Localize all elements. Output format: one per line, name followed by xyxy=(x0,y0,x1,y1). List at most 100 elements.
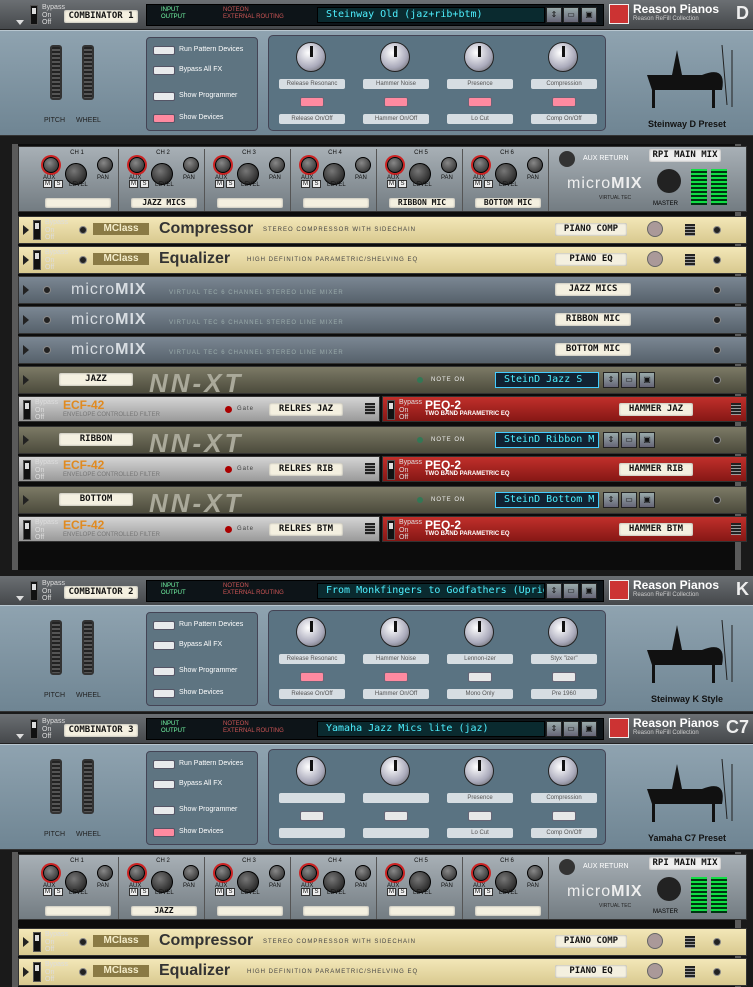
pan-knob[interactable] xyxy=(269,865,285,881)
fold-arrow[interactable] xyxy=(23,495,29,505)
pan-knob[interactable] xyxy=(527,157,543,173)
pan-knob[interactable] xyxy=(183,865,199,881)
solo-button[interactable]: S xyxy=(312,180,321,188)
rotary-knob-1[interactable] xyxy=(296,42,326,72)
pan-knob[interactable] xyxy=(527,865,543,881)
solo-button[interactable]: S xyxy=(312,888,321,896)
fold-arrow[interactable] xyxy=(23,315,29,325)
rotary-knob-4[interactable] xyxy=(548,617,578,647)
bypass-toggle[interactable] xyxy=(30,719,38,739)
master-knob[interactable] xyxy=(657,877,681,901)
bypass-switch[interactable]: Bypass On Off xyxy=(33,960,69,984)
aux-knob[interactable] xyxy=(387,865,403,881)
aux-knob[interactable] xyxy=(301,865,317,881)
solo-button[interactable]: S xyxy=(484,180,493,188)
fold-arrow[interactable] xyxy=(23,285,29,295)
rotary-knob-4[interactable] xyxy=(548,42,578,72)
rotary-knob-2[interactable] xyxy=(380,756,410,786)
pan-knob[interactable] xyxy=(97,157,113,173)
patch-up-down-button[interactable]: ⇕ xyxy=(603,372,619,388)
solo-button[interactable]: S xyxy=(398,180,407,188)
rotary-button-3[interactable] xyxy=(468,672,492,682)
aux-knob[interactable] xyxy=(301,157,317,173)
mute-button[interactable]: M xyxy=(387,888,396,896)
patch-up-down-button[interactable]: ⇕ xyxy=(546,583,562,599)
patch-name-display[interactable]: Yamaha Jazz Mics lite (jaz) xyxy=(317,721,545,737)
pan-knob[interactable] xyxy=(269,157,285,173)
bypass-toggle[interactable] xyxy=(23,400,31,420)
fold-arrow[interactable] xyxy=(16,734,24,739)
pan-knob[interactable] xyxy=(355,865,371,881)
save-disk-icon[interactable]: ▣ xyxy=(639,432,655,448)
fold-arrow[interactable] xyxy=(23,967,29,977)
solo-button[interactable]: S xyxy=(226,888,235,896)
button-show-devices[interactable] xyxy=(153,114,175,123)
mute-button[interactable]: M xyxy=(215,180,224,188)
rotary-button-3[interactable] xyxy=(468,97,492,107)
pan-knob[interactable] xyxy=(441,157,457,173)
rotary-button-2[interactable] xyxy=(384,672,408,682)
save-disk-icon[interactable]: ▣ xyxy=(639,372,655,388)
aux-knob[interactable] xyxy=(215,865,231,881)
bypass-toggle[interactable] xyxy=(33,220,41,240)
patch-name-display[interactable]: Steinway Old (jaz+rib+btm) xyxy=(317,7,545,23)
rotary-knob-3[interactable] xyxy=(464,42,494,72)
bypass-toggle[interactable] xyxy=(23,460,31,480)
patch-up-down-button[interactable]: ⇕ xyxy=(603,492,619,508)
bypass-switch[interactable]: Bypass On Off xyxy=(387,518,423,542)
rotary-button-2[interactable] xyxy=(384,97,408,107)
rotary-knob-3[interactable] xyxy=(464,617,494,647)
fold-arrow[interactable] xyxy=(23,225,29,235)
save-disk-icon[interactable]: ▣ xyxy=(581,721,597,737)
mute-button[interactable]: M xyxy=(473,888,482,896)
aux-return-knob[interactable] xyxy=(559,151,575,167)
button-show-devices[interactable] xyxy=(153,828,175,837)
rotary-knob-2[interactable] xyxy=(380,617,410,647)
pan-knob[interactable] xyxy=(441,865,457,881)
mute-button[interactable]: M xyxy=(215,888,224,896)
button-show-programmer[interactable] xyxy=(153,667,175,676)
bypass-switch[interactable]: Bypass On Off xyxy=(387,398,423,422)
aux-knob[interactable] xyxy=(215,157,231,173)
button-run-pattern[interactable] xyxy=(153,621,175,630)
bypass-switch[interactable]: Bypass On Off xyxy=(387,458,423,482)
mute-button[interactable]: M xyxy=(387,180,396,188)
solo-button[interactable]: S xyxy=(54,888,63,896)
button-show-programmer[interactable] xyxy=(153,92,175,101)
bypass-toggle[interactable] xyxy=(387,400,395,420)
bypass-switch[interactable]: Bypass On Off xyxy=(30,579,66,603)
rotary-knob-4[interactable] xyxy=(548,756,578,786)
aux-knob[interactable] xyxy=(473,157,489,173)
bypass-switch[interactable]: Bypass On Off xyxy=(30,717,66,741)
button-bypass-fx[interactable] xyxy=(153,780,175,789)
mute-button[interactable]: M xyxy=(301,180,310,188)
browse-folder-icon[interactable]: ▭ xyxy=(621,492,637,508)
solo-button[interactable]: S xyxy=(484,888,493,896)
mute-button[interactable]: M xyxy=(301,888,310,896)
solo-button[interactable]: S xyxy=(140,888,149,896)
bypass-toggle[interactable] xyxy=(30,5,38,25)
mod-wheel[interactable] xyxy=(82,620,94,675)
aux-knob[interactable] xyxy=(387,157,403,173)
nnxt-patch-display[interactable]: SteinD Jazz S xyxy=(495,372,599,388)
browse-folder-icon[interactable]: ▭ xyxy=(563,721,579,737)
nnxt-patch-display[interactable]: SteinD Ribbon M xyxy=(495,432,599,448)
browse-folder-icon[interactable]: ▭ xyxy=(563,583,579,599)
save-disk-icon[interactable]: ▣ xyxy=(639,492,655,508)
pitch-wheel[interactable] xyxy=(50,620,62,675)
save-disk-icon[interactable]: ▣ xyxy=(581,7,597,23)
rotary-button-4[interactable] xyxy=(552,811,576,821)
solo-button[interactable]: S xyxy=(226,180,235,188)
bypass-switch[interactable]: Bypass On Off xyxy=(30,3,66,27)
fold-arrow[interactable] xyxy=(23,255,29,265)
button-run-pattern[interactable] xyxy=(153,46,175,55)
bypass-toggle[interactable] xyxy=(33,932,41,952)
master-knob[interactable] xyxy=(657,169,681,193)
rotary-button-1[interactable] xyxy=(300,672,324,682)
bypass-switch[interactable]: Bypass On Off xyxy=(33,930,69,954)
fold-arrow[interactable] xyxy=(23,937,29,947)
rotary-button-2[interactable] xyxy=(384,811,408,821)
rotary-button-4[interactable] xyxy=(552,97,576,107)
button-run-pattern[interactable] xyxy=(153,760,175,769)
aux-knob[interactable] xyxy=(43,865,59,881)
